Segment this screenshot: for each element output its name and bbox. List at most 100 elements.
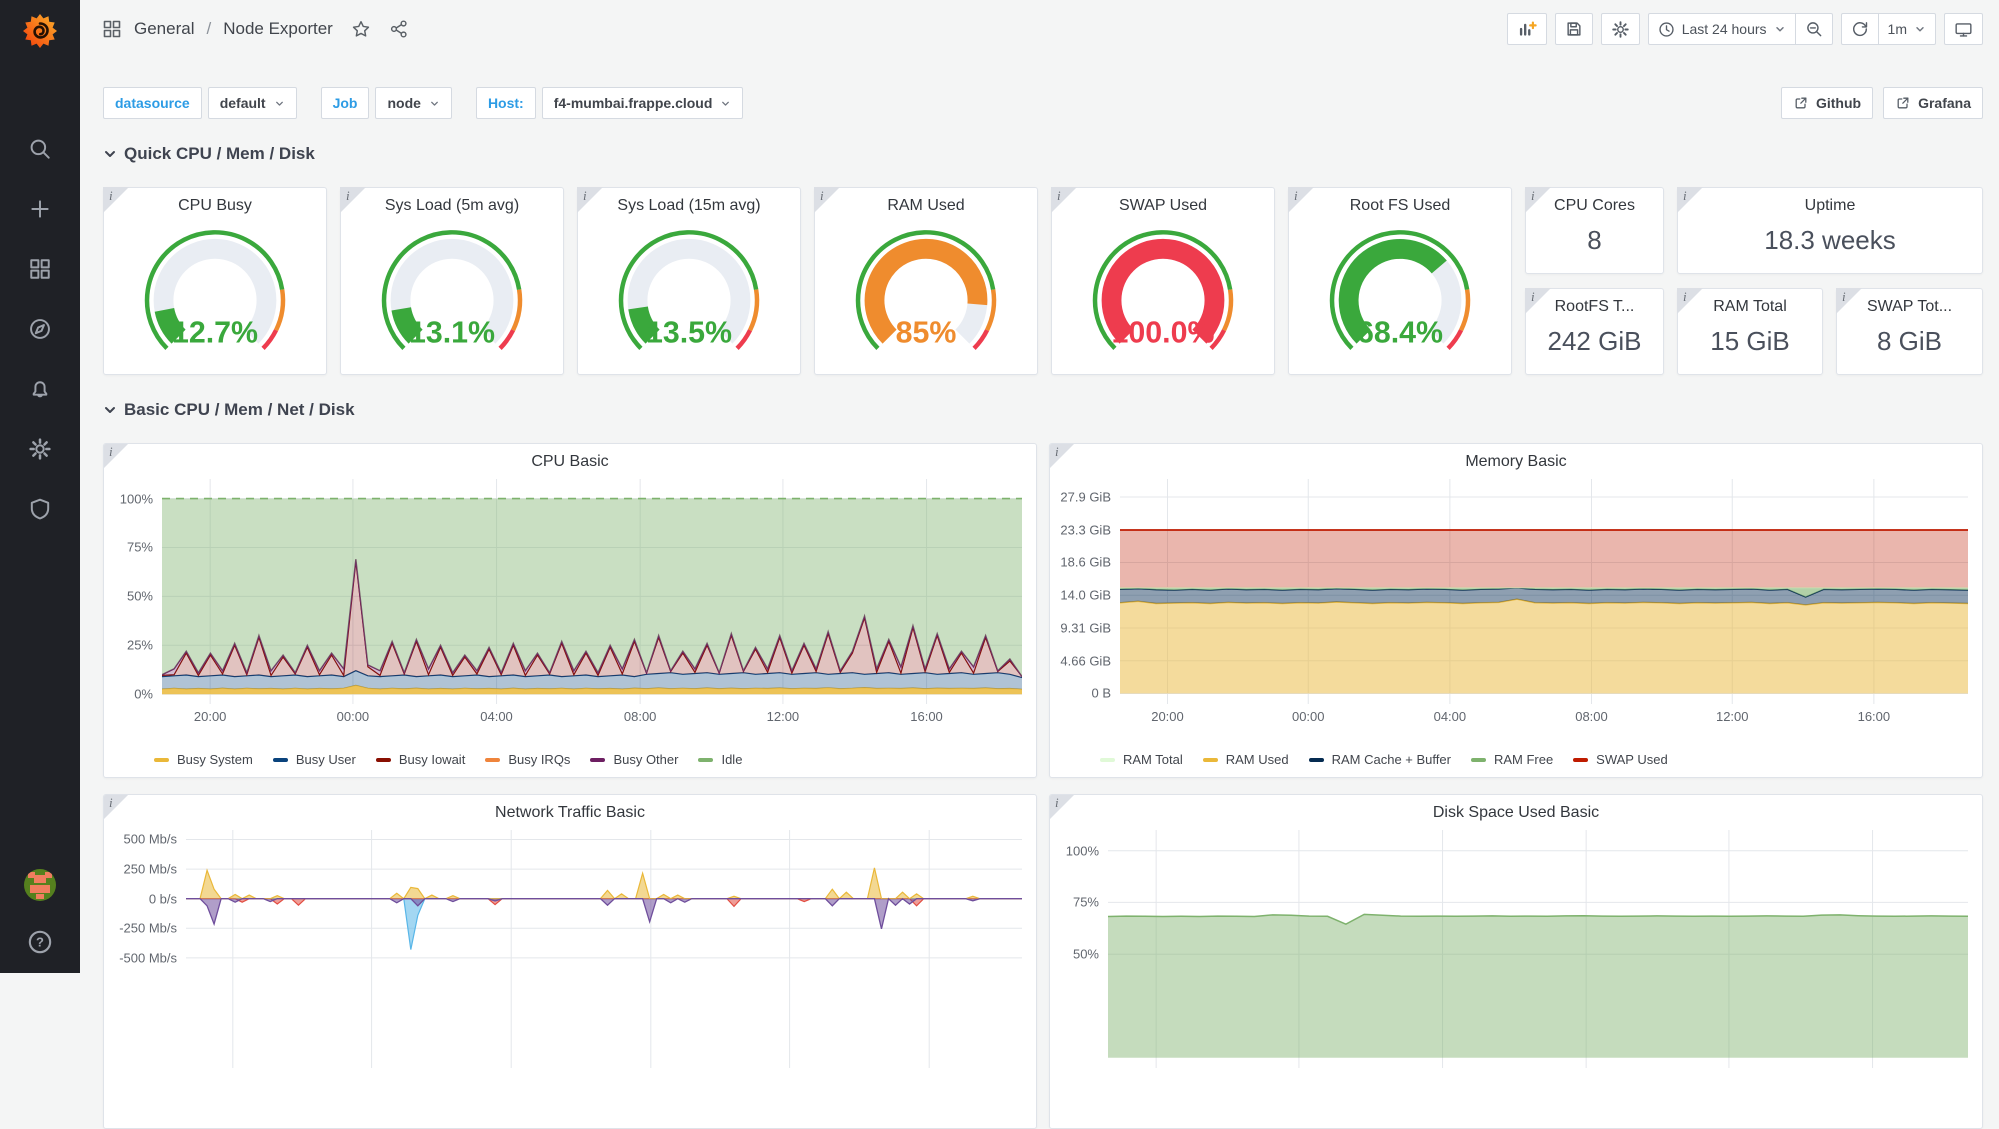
- panel-title[interactable]: Network Traffic Basic: [104, 795, 1036, 822]
- panel-root-fs-used: i Root FS Used 68.4%: [1288, 187, 1512, 375]
- dashboards-icon[interactable]: [27, 256, 53, 282]
- panel-info-icon[interactable]: i: [1677, 288, 1703, 314]
- x-axis-tick: 12:00: [1716, 709, 1749, 724]
- legend-item[interactable]: Idle: [698, 752, 742, 767]
- legend-label: RAM Total: [1123, 752, 1183, 767]
- refresh-button[interactable]: [1841, 13, 1879, 45]
- row-header-basic[interactable]: Basic CPU / Mem / Net / Disk: [103, 397, 1983, 423]
- panel-title[interactable]: CPU Basic: [104, 444, 1036, 471]
- y-axis-tick: 0%: [134, 687, 153, 702]
- legend-item[interactable]: Busy System: [154, 752, 253, 767]
- panel-info-icon[interactable]: i: [1836, 288, 1862, 314]
- legend-item[interactable]: RAM Used: [1203, 752, 1289, 767]
- panel-info-icon[interactable]: i: [103, 794, 129, 820]
- panel-disk-space-used-basic: i Disk Space Used Basic 100%75%50%: [1049, 794, 1983, 1129]
- zoom-out-time-button[interactable]: [1795, 13, 1833, 45]
- y-axis: 0%25%50%75%100%: [110, 479, 162, 752]
- panel-info-icon[interactable]: i: [577, 187, 603, 213]
- legend-item[interactable]: Busy User: [273, 752, 356, 767]
- row-header-quick[interactable]: Quick CPU / Mem / Disk: [103, 141, 1983, 167]
- panel-title[interactable]: Memory Basic: [1050, 444, 1982, 471]
- chart-legend: RAM Total RAM Used RAM Cache + Buffer RAM F…: [1050, 752, 1982, 777]
- panel-title[interactable]: Uptime: [1678, 188, 1982, 215]
- network-traffic-plot[interactable]: [186, 830, 1022, 1068]
- panel-info-icon[interactable]: i: [1288, 187, 1314, 213]
- legend-item[interactable]: RAM Total: [1100, 752, 1183, 767]
- y-axis-tick: 75%: [127, 540, 153, 555]
- admin-shield-icon[interactable]: [27, 496, 53, 522]
- panel-info-icon[interactable]: i: [814, 187, 840, 213]
- time-range-picker[interactable]: Last 24 hours: [1648, 13, 1796, 45]
- y-axis-tick: 25%: [127, 638, 153, 653]
- panel-info-icon[interactable]: i: [1051, 187, 1077, 213]
- legend-label: Idle: [721, 752, 742, 767]
- chevron-down-icon: [103, 147, 117, 161]
- variable-value-job[interactable]: node: [375, 87, 451, 119]
- legend-label: RAM Used: [1226, 752, 1289, 767]
- legend-item[interactable]: Busy Other: [590, 752, 678, 767]
- share-icon[interactable]: [389, 19, 409, 39]
- panel-info-icon[interactable]: i: [340, 187, 366, 213]
- breadcrumb-dashboard-title[interactable]: Node Exporter: [223, 19, 333, 39]
- panel-title[interactable]: Root FS Used: [1289, 188, 1511, 215]
- panel-title[interactable]: CPU Busy: [104, 188, 326, 215]
- stat-value: 15 GiB: [1678, 316, 1822, 374]
- panel-info-icon[interactable]: i: [1525, 288, 1551, 314]
- breadcrumb: General / Node Exporter: [102, 19, 409, 39]
- panel-title[interactable]: RAM Used: [815, 188, 1037, 215]
- svg-text:13.5%: 13.5%: [646, 316, 732, 349]
- panel-title[interactable]: Sys Load (5m avg): [341, 188, 563, 215]
- legend-label: SWAP Used: [1596, 752, 1668, 767]
- grafana-link-button[interactable]: Grafana: [1883, 87, 1983, 119]
- external-link-icon: [1793, 95, 1809, 111]
- kiosk-tv-button[interactable]: [1944, 13, 1983, 45]
- panel-title[interactable]: Disk Space Used Basic: [1050, 795, 1982, 822]
- panel-title[interactable]: SWAP Used: [1052, 188, 1274, 215]
- add-panel-button[interactable]: [1507, 13, 1547, 45]
- github-link-button[interactable]: Github: [1781, 87, 1873, 119]
- panel-title[interactable]: Sys Load (15m avg): [578, 188, 800, 215]
- search-icon[interactable]: [27, 136, 53, 162]
- chevron-down-icon: [1914, 23, 1926, 35]
- svg-text:100.0%: 100.0%: [1112, 316, 1215, 349]
- disk-space-plot[interactable]: [1108, 830, 1968, 1068]
- memory-basic-plot[interactable]: [1120, 479, 1968, 704]
- variable-value-datasource[interactable]: default: [208, 87, 297, 119]
- grafana-logo[interactable]: [17, 8, 63, 54]
- dashboard-settings-button[interactable]: [1601, 13, 1640, 45]
- legend-item[interactable]: RAM Free: [1471, 752, 1553, 767]
- create-plus-icon[interactable]: [27, 196, 53, 222]
- panel-info-icon[interactable]: i: [103, 187, 129, 213]
- x-axis-tick: 04:00: [480, 709, 513, 724]
- refresh-interval-picker[interactable]: 1m: [1878, 13, 1936, 45]
- panel-info-icon[interactable]: i: [1049, 794, 1075, 820]
- chevron-down-icon: [274, 98, 285, 109]
- svg-text:12.7%: 12.7%: [172, 316, 258, 349]
- clock-icon: [1658, 21, 1675, 38]
- legend-item[interactable]: RAM Cache + Buffer: [1309, 752, 1451, 767]
- legend-item[interactable]: Busy Iowait: [376, 752, 465, 767]
- alerting-bell-icon[interactable]: [27, 376, 53, 402]
- settings-gear-icon[interactable]: [27, 436, 53, 462]
- variable-host: Host: f4-mumbai.frappe.cloud: [476, 87, 743, 119]
- help-icon[interactable]: ?: [27, 929, 53, 955]
- save-dashboard-button[interactable]: [1555, 13, 1593, 45]
- variable-value-host[interactable]: f4-mumbai.frappe.cloud: [542, 87, 744, 119]
- panel-info-icon[interactable]: i: [1525, 187, 1551, 213]
- breadcrumb-folder[interactable]: General: [134, 19, 194, 39]
- legend-item[interactable]: Busy IRQs: [485, 752, 570, 767]
- x-axis-tick: 00:00: [1292, 709, 1325, 724]
- panel-swap-used: i SWAP Used 100.0%: [1051, 187, 1275, 375]
- dashboard-toolbar: Last 24 hours 1m: [1507, 13, 1983, 45]
- favorite-star-icon[interactable]: [351, 19, 371, 39]
- user-avatar[interactable]: [22, 867, 58, 903]
- explore-compass-icon[interactable]: [27, 316, 53, 342]
- chevron-down-icon: [1774, 23, 1786, 35]
- legend-item[interactable]: SWAP Used: [1573, 752, 1668, 767]
- cpu-basic-plot[interactable]: [162, 479, 1022, 704]
- panel-info-icon[interactable]: i: [1677, 187, 1703, 213]
- y-axis-tick: 27.9 GiB: [1060, 490, 1111, 505]
- panel-info-icon[interactable]: i: [1049, 443, 1075, 469]
- panel-info-icon[interactable]: i: [103, 443, 129, 469]
- panel-swap-total: i SWAP Tot... 8 GiB: [1836, 288, 1983, 375]
